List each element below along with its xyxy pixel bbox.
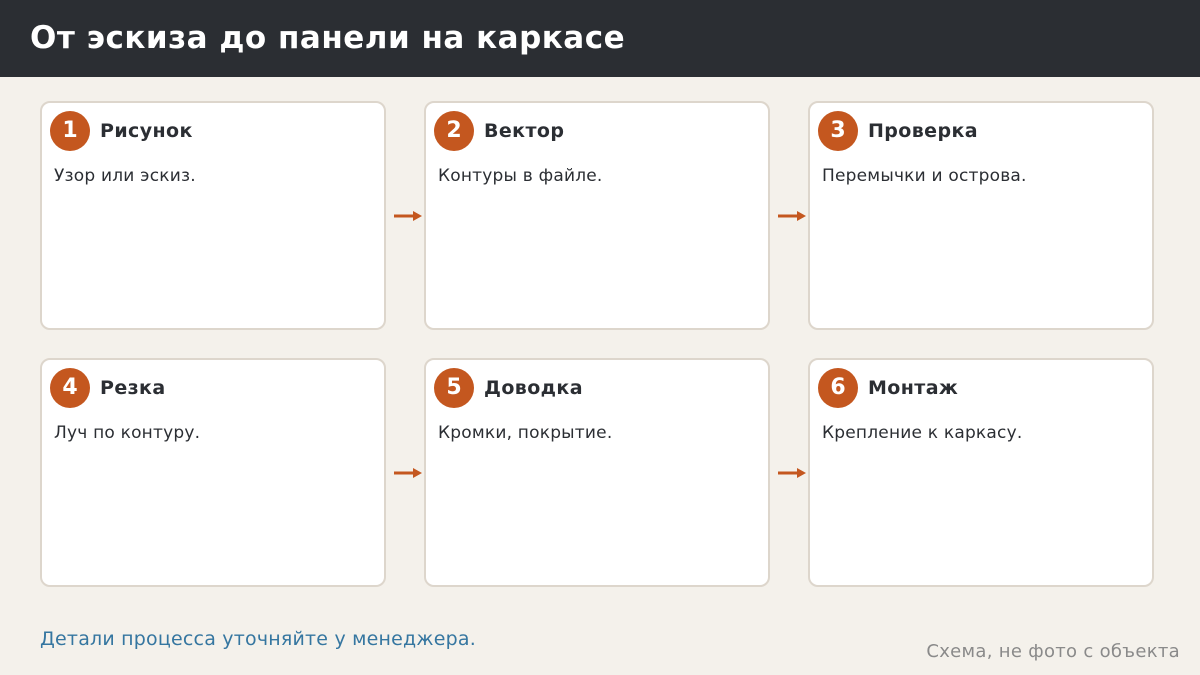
step-number-badge: 4 <box>50 368 90 408</box>
arrow-right-icon <box>778 468 806 478</box>
step-description: Узор или эскиз. <box>54 166 196 186</box>
header-bar: От эскиза до панели на каркасе <box>0 0 1200 77</box>
step-number-badge: 2 <box>434 111 474 151</box>
step-title: Проверка <box>868 120 978 142</box>
step-number-badge: 6 <box>818 368 858 408</box>
step-description: Контуры в файле. <box>438 166 603 186</box>
step-title: Резка <box>100 377 166 399</box>
step-card-3: 3 Проверка Перемычки и острова. <box>808 101 1154 330</box>
step-number-badge: 1 <box>50 111 90 151</box>
step-title: Доводка <box>484 377 583 399</box>
step-card-6: 6 Монтаж Крепление к каркасу. <box>808 358 1154 587</box>
arrow-right-icon <box>394 468 422 478</box>
footer-note: Детали процесса уточняйте у менеджера. <box>40 628 476 650</box>
step-title: Вектор <box>484 120 565 142</box>
step-description: Кромки, покрытие. <box>438 423 613 443</box>
page-title: От эскиза до панели на каркасе <box>30 20 626 56</box>
step-description: Луч по контуру. <box>54 423 201 443</box>
step-card-4: 4 Резка Луч по контуру. <box>40 358 386 587</box>
arrow-right-icon <box>394 211 422 221</box>
step-card-5: 5 Доводка Кромки, покрытие. <box>424 358 770 587</box>
step-card-2: 2 Вектор Контуры в файле. <box>424 101 770 330</box>
step-number-badge: 3 <box>818 111 858 151</box>
step-description: Перемычки и острова. <box>822 166 1027 186</box>
step-number-badge: 5 <box>434 368 474 408</box>
step-description: Крепление к каркасу. <box>822 423 1023 443</box>
image-caption: Схема, не фото с объекта <box>926 641 1180 662</box>
arrow-right-icon <box>778 211 806 221</box>
step-title: Монтаж <box>868 377 959 399</box>
step-card-1: 1 Рисунок Узор или эскиз. <box>40 101 386 330</box>
step-title: Рисунок <box>100 120 193 142</box>
